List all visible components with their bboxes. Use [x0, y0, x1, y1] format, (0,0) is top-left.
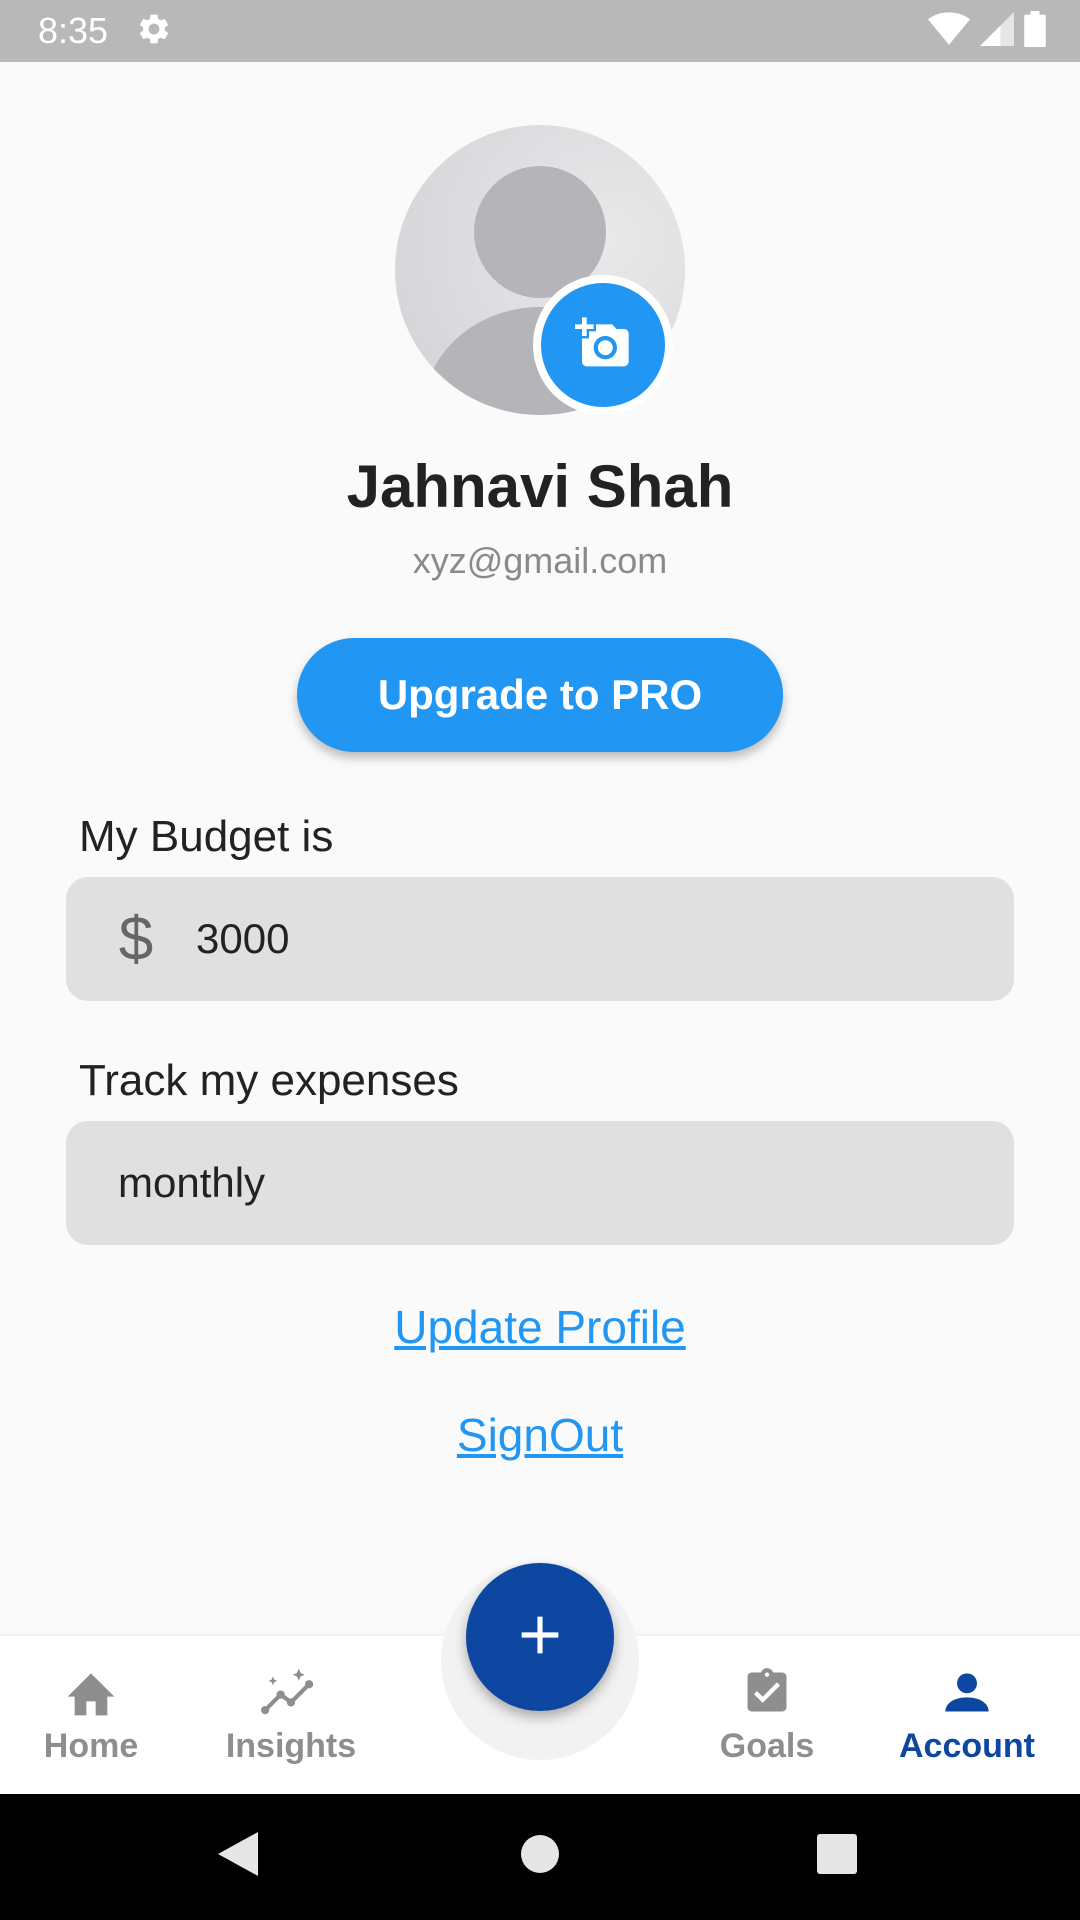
upgrade-to-pro-button[interactable]: Upgrade to PRO: [297, 638, 783, 752]
update-profile-link[interactable]: Update Profile: [0, 1300, 1080, 1354]
nav-item-goals[interactable]: Goals: [667, 1666, 867, 1766]
signal-icon: [980, 11, 1014, 52]
add-a-photo-icon: [575, 315, 631, 376]
plus-icon: [518, 1613, 562, 1662]
budget-label: My Budget is: [79, 812, 334, 861]
back-icon[interactable]: [216, 1830, 260, 1883]
insights-icon: [260, 1666, 322, 1723]
nav-label-goals: Goals: [719, 1727, 815, 1765]
change-photo-button[interactable]: [533, 275, 673, 415]
user-name: Jahnavi Shah: [346, 453, 734, 520]
sign-out-link[interactable]: SignOut: [0, 1408, 1080, 1462]
recents-icon[interactable]: [817, 1834, 857, 1879]
dollar-icon: $: [118, 904, 154, 974]
wifi-icon: [928, 11, 970, 52]
battery-icon: [1024, 10, 1046, 52]
home-icon: [63, 1666, 119, 1723]
nav-item-account[interactable]: Account: [867, 1666, 1067, 1766]
assignment-turned-in-icon: [741, 1666, 793, 1723]
gear-icon: [136, 11, 172, 52]
nav-label-home: Home: [43, 1727, 139, 1765]
system-nav-bar: [0, 1794, 1080, 1920]
track-expenses-select[interactable]: monthly: [66, 1121, 1014, 1245]
person-icon: [941, 1666, 993, 1723]
add-fab-button[interactable]: [466, 1563, 614, 1711]
nav-label-account: Account: [899, 1727, 1035, 1765]
track-expenses-label: Track my expenses: [79, 1056, 459, 1105]
nav-item-home[interactable]: Home: [0, 1666, 191, 1766]
nav-item-insights[interactable]: Insights: [191, 1666, 391, 1766]
status-right: [928, 10, 1046, 52]
status-time: 8:35: [38, 10, 109, 51]
nav-label-insights: Insights: [225, 1727, 357, 1765]
user-email: xyz@gmail.com: [412, 540, 668, 581]
home-circle-icon[interactable]: [520, 1834, 560, 1879]
budget-input[interactable]: $ 3000: [66, 877, 1014, 1001]
track-expenses-value: monthly: [118, 1159, 266, 1206]
status-left: 8:35: [38, 10, 172, 52]
budget-value: 3000: [196, 915, 290, 962]
status-bar: 8:35: [0, 0, 1080, 62]
